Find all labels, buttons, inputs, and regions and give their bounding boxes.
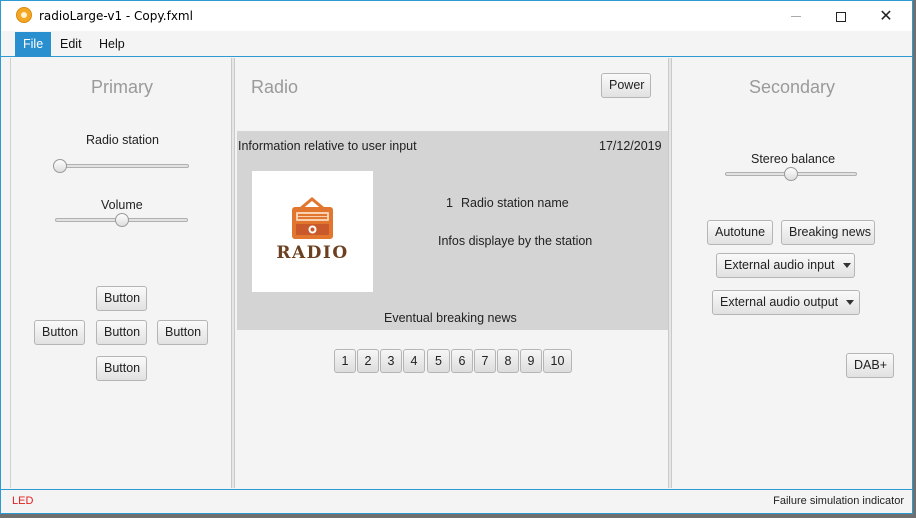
title-bar: radioLarge-v1 - Copy.fxml ✕ [1,1,912,31]
slider-thumb[interactable] [53,159,67,173]
page-button-4[interactable]: 4 [403,349,425,373]
slider-thumb[interactable] [784,167,798,181]
radio-icon: RADIO [276,197,348,263]
radio-logo: RADIO [252,171,373,292]
window-title: radioLarge-v1 - Copy.fxml [39,9,193,23]
button-top[interactable]: Button [96,286,147,311]
station-name: Radio station name [461,196,569,210]
logo-text: RADIO [276,243,348,263]
button-right[interactable]: Button [157,320,208,345]
external-audio-input-dropdown[interactable]: External audio input [716,253,855,278]
close-icon: ✕ [879,6,893,25]
secondary-title: Secondary [749,77,836,97]
radio-info-panel: Information relative to user input 17/12… [237,131,669,330]
volume-slider[interactable] [55,213,188,227]
menu-help[interactable]: Help [91,32,133,57]
chevron-down-icon [846,300,855,306]
external-audio-output-dropdown[interactable]: External audio output [712,290,860,315]
radio-station-label: Radio station [86,133,159,147]
dab-button[interactable]: DAB+ [846,353,894,378]
maximize-icon [836,11,846,22]
secondary-pane: Secondary Stereo balance Autotune Breaki… [674,58,909,488]
radio-station-slider[interactable] [53,159,189,173]
volume-label: Volume [101,198,143,212]
stereo-balance-slider[interactable] [725,167,857,181]
page-button-1[interactable]: 1 [334,349,356,373]
page-button-10[interactable]: 10 [543,349,572,373]
page-button-2[interactable]: 2 [357,349,379,373]
primary-pane: Primary Radio station Volume Button Butt… [10,58,231,488]
page-button-6[interactable]: 6 [451,349,473,373]
breaking-news-text: Eventual breaking news [384,311,517,325]
failure-simulation-indicator: Failure simulation indicator [773,495,904,507]
menu-file[interactable]: File [15,32,52,57]
chevron-down-icon [842,263,851,269]
radio-title: Radio [251,77,299,97]
page-button-8[interactable]: 8 [497,349,519,373]
date-text: 17/12/2019 [599,139,662,153]
station-number: 1 [446,196,453,210]
station-infos: Infos displaye by the station [438,234,593,248]
split-divider-right[interactable] [668,58,672,488]
button-bottom[interactable]: Button [96,356,147,381]
split-divider-left[interactable] [231,58,235,488]
button-center[interactable]: Button [96,320,147,345]
button-left[interactable]: Button [34,320,85,345]
minimize-button[interactable] [773,1,819,31]
external-audio-input-label: External audio input [724,258,835,272]
close-button[interactable]: ✕ [863,1,909,31]
page-button-7[interactable]: 7 [474,349,496,373]
primary-title: Primary [91,77,153,97]
maximize-button[interactable] [818,1,864,31]
page-button-3[interactable]: 3 [380,349,402,373]
app-window: radioLarge-v1 - Copy.fxml ✕ File Edit He… [0,0,913,514]
slider-track [53,164,189,168]
slider-thumb[interactable] [115,213,129,227]
menu-bar: File Edit Help [1,32,912,57]
page-button-5[interactable]: 5 [427,349,450,373]
autotune-button[interactable]: Autotune [707,220,773,245]
external-audio-output-label: External audio output [720,295,839,309]
minimize-icon [791,16,801,17]
led-indicator: LED [12,495,34,507]
app-icon [16,7,32,23]
menu-edit[interactable]: Edit [52,32,90,57]
page-button-9[interactable]: 9 [520,349,542,373]
status-bar: LED Failure simulation indicator [1,489,912,510]
power-button[interactable]: Power [601,73,651,98]
info-text: Information relative to user input [238,139,417,153]
stereo-balance-label: Stereo balance [751,152,836,166]
breaking-news-button[interactable]: Breaking news [781,220,875,245]
